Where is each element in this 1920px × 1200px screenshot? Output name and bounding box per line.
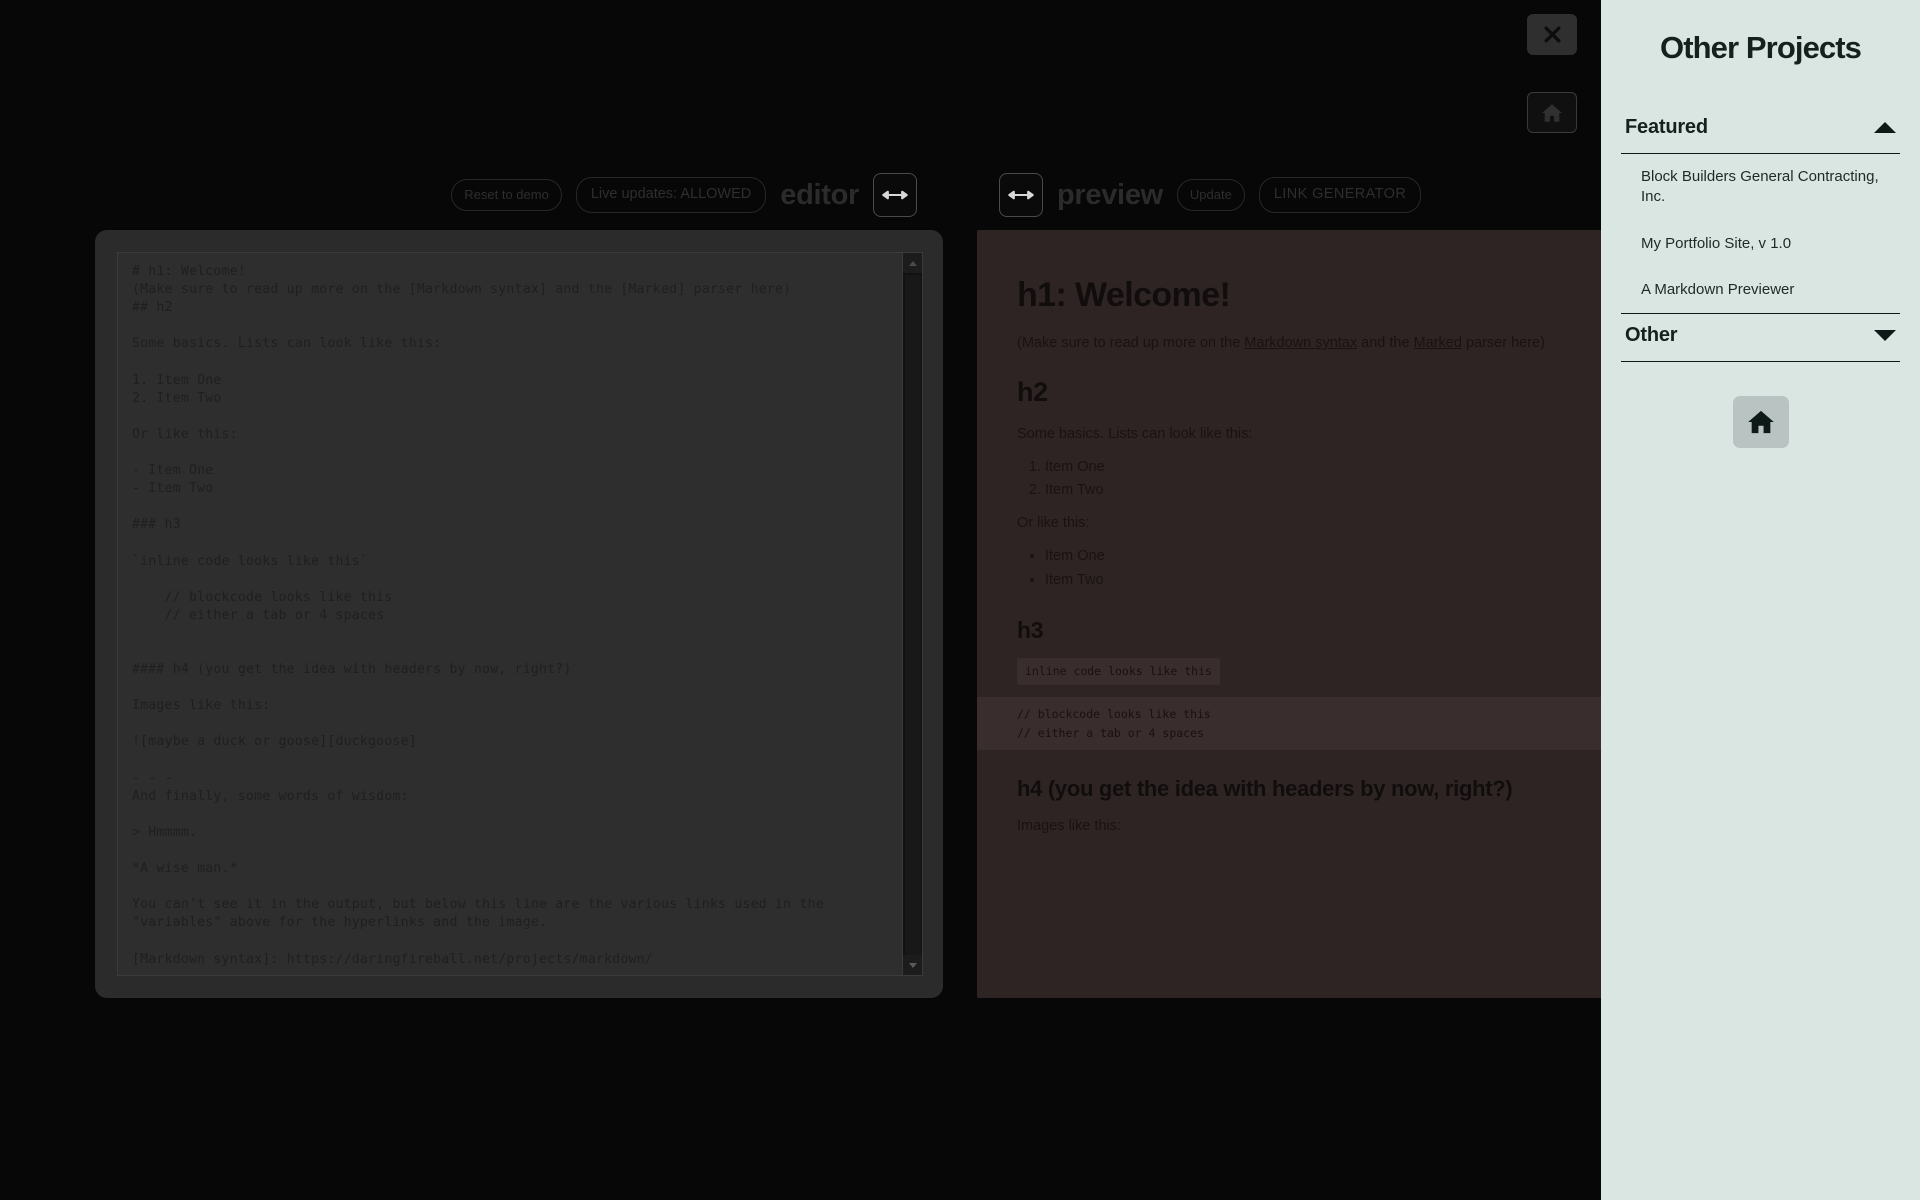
preview-h1: h1: Welcome! bbox=[1017, 276, 1231, 314]
project-item[interactable]: My Portfolio Site, v 1.0 bbox=[1621, 221, 1900, 267]
reset-to-demo-button[interactable]: Reset to demo bbox=[451, 179, 562, 211]
preview-h2: h2 bbox=[1017, 376, 1048, 407]
accordion-header-featured[interactable]: Featured bbox=[1621, 106, 1900, 153]
editor-resize-button[interactable] bbox=[873, 173, 917, 217]
preview-unordered-list: Item One Item Two bbox=[1045, 545, 1601, 593]
caret-down-icon bbox=[909, 962, 917, 968]
list-item: Item One bbox=[1045, 456, 1601, 480]
close-icon bbox=[1544, 26, 1560, 43]
list-item: Item One bbox=[1045, 545, 1601, 569]
intro-text-after: parser here) bbox=[1461, 335, 1545, 351]
editor-title: editor bbox=[780, 178, 859, 211]
markdown-syntax-link[interactable]: Markdown syntax bbox=[1244, 335, 1357, 351]
block-code-line: // blockcode looks like this bbox=[1017, 707, 1211, 722]
editor-textarea[interactable]: # h1: Welcome! (Make sure to read up mor… bbox=[132, 263, 892, 969]
preview-intro-paragraph: (Make sure to read up more on the Markdo… bbox=[1017, 333, 1601, 355]
accordion-panel-featured: Block Builders General Contracting, Inc.… bbox=[1621, 153, 1900, 314]
marked-link[interactable]: Marked bbox=[1414, 335, 1462, 351]
editor-toolbar: Reset to demo Live updates: ALLOWED edit… bbox=[95, 160, 943, 230]
home-button-sidebar[interactable] bbox=[1732, 396, 1789, 448]
project-item[interactable]: Block Builders General Contracting, Inc. bbox=[1621, 154, 1900, 221]
block-code-line: // either a tab or 4 spaces bbox=[1017, 725, 1204, 740]
accordion-header-other[interactable]: Other bbox=[1621, 314, 1900, 362]
preview-toolbar: preview Update LINK GENERATOR bbox=[977, 160, 1601, 230]
caret-up-icon bbox=[1874, 122, 1896, 133]
arrows-left-right-icon bbox=[882, 190, 908, 200]
home-icon bbox=[1747, 410, 1774, 434]
editor-textarea-wrapper: # h1: Welcome! (Make sure to read up mor… bbox=[117, 252, 923, 976]
preview-h4: h4 (you get the idea with headers by now… bbox=[1017, 775, 1513, 801]
preview-basics-paragraph: Some basics. Lists can look like this: bbox=[1017, 425, 1253, 442]
preview-inline-code-paragraph: inline code looks like this bbox=[1017, 657, 1601, 686]
editor-scrollbar[interactable] bbox=[902, 253, 922, 975]
intro-text-before: (Make sure to read up more on the bbox=[1017, 335, 1245, 351]
preview-ordered-list: Item One Item Two bbox=[1045, 456, 1601, 504]
preview-block-code: // blockcode looks like this // either a… bbox=[977, 697, 1601, 750]
home-icon bbox=[1541, 103, 1563, 122]
list-item: Item Two bbox=[1045, 479, 1601, 503]
markdown-previewer-app: Reset to demo Live updates: ALLOWED edit… bbox=[0, 0, 1601, 1200]
close-button[interactable] bbox=[1527, 14, 1577, 55]
preview-title: preview bbox=[1057, 178, 1163, 211]
accordion-label-featured: Featured bbox=[1625, 116, 1708, 138]
arrows-left-right-icon bbox=[1008, 190, 1034, 200]
project-item[interactable]: A Markdown Previewer bbox=[1621, 267, 1900, 313]
accordion-label-other: Other bbox=[1625, 324, 1678, 346]
preview-h3: h3 bbox=[1017, 616, 1044, 643]
scroll-down-button[interactable] bbox=[903, 955, 922, 975]
scrollbar-thumb[interactable] bbox=[905, 275, 921, 975]
live-updates-toggle[interactable]: Live updates: ALLOWED bbox=[575, 177, 767, 213]
panes-container: Reset to demo Live updates: ALLOWED edit… bbox=[0, 160, 1601, 1060]
preview-inline-code: inline code looks like this bbox=[1017, 657, 1220, 686]
preview-body: h1: Welcome! (Make sure to read up more … bbox=[977, 230, 1601, 998]
editor-body: # h1: Welcome! (Make sure to read up mor… bbox=[95, 230, 943, 998]
caret-up-icon bbox=[909, 260, 917, 266]
scroll-up-button[interactable] bbox=[903, 253, 922, 273]
intro-text-mid: and the bbox=[1357, 335, 1414, 351]
preview-pane: preview Update LINK GENERATOR h1: Welcom… bbox=[977, 160, 1601, 1020]
caret-down-icon bbox=[1874, 330, 1896, 341]
editor-pane: Reset to demo Live updates: ALLOWED edit… bbox=[95, 160, 943, 1020]
preview-or-like-this: Or like this: bbox=[1017, 515, 1090, 532]
preview-images-paragraph: Images like this: bbox=[1017, 817, 1121, 834]
home-button-top[interactable] bbox=[1527, 92, 1577, 133]
list-item: Item Two bbox=[1045, 569, 1601, 593]
update-button[interactable]: Update bbox=[1176, 179, 1245, 211]
preview-resize-button[interactable] bbox=[999, 173, 1043, 217]
other-projects-sidebar: Other Projects Featured Block Builders G… bbox=[1601, 0, 1920, 1200]
sidebar-title: Other Projects bbox=[1659, 30, 1862, 65]
link-generator-button[interactable]: LINK GENERATOR bbox=[1258, 177, 1422, 213]
app-root: Reset to demo Live updates: ALLOWED edit… bbox=[0, 0, 1920, 1200]
